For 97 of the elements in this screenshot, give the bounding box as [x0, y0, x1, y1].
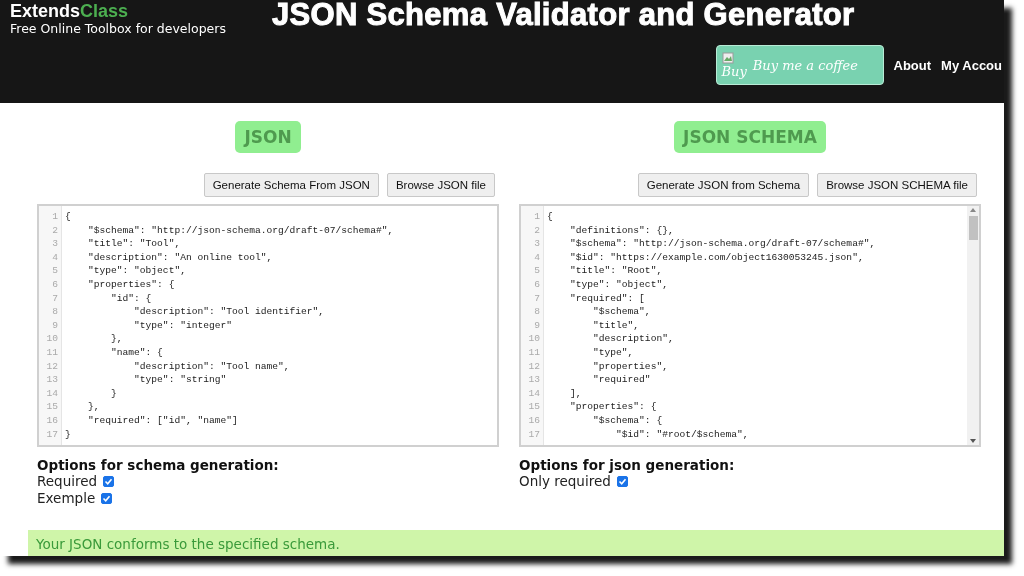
page-title: JSON Schema Validator and Generator [272, 0, 855, 30]
code-line: "definitions": {}, [569, 223, 675, 238]
code-line: } [110, 386, 118, 401]
code-line: "description": "Tool identifier", [133, 305, 326, 319]
line-number: 14 [45, 386, 59, 401]
code-editor[interactable] [37, 204, 499, 447]
line-number: 2 [533, 223, 541, 238]
option-label: Required [37, 473, 98, 490]
code-line: "description": "Tool name", [133, 359, 291, 374]
code-line: "properties": { [87, 277, 176, 292]
nav-link[interactable]: About [893, 57, 932, 73]
panel-heading: JSON SCHEMA [674, 121, 826, 153]
code-line: ], [569, 386, 583, 401]
code-editor[interactable] [519, 204, 981, 447]
line-number: 2 [51, 223, 59, 238]
nav-link[interactable]: My Accou [941, 57, 1002, 73]
line-number: 1 [533, 210, 541, 224]
line-number: 14 [527, 386, 541, 401]
line-number: 11 [45, 345, 59, 360]
code-line: "title", [592, 318, 641, 333]
code-line: "$schema", [592, 305, 652, 319]
line-number: 3 [533, 237, 541, 251]
option-label: Only required [519, 473, 611, 490]
code-line: "type": "string" [133, 373, 228, 387]
panel-heading: JSON [235, 121, 301, 153]
checkbox[interactable] [616, 476, 628, 487]
line-number: 17 [527, 427, 541, 442]
broken-image-icon [721, 51, 734, 64]
code-line: "description", [592, 332, 675, 346]
checkbox[interactable] [101, 493, 113, 504]
status-bar: Your JSON conforms to the specified schema. [28, 530, 1004, 556]
line-number: 16 [45, 413, 59, 428]
code-line: "required": ["id", "name"] [87, 413, 239, 428]
line-number: 6 [533, 277, 541, 292]
code-line: "type": "integer" [133, 318, 233, 333]
line-number: 4 [533, 250, 541, 265]
code-line: } [65, 427, 72, 442]
code-line: "type": "object", [569, 277, 669, 292]
line-number: 10 [45, 332, 59, 346]
code-line: "title": "Tool", [87, 237, 182, 251]
checkbox[interactable] [103, 476, 115, 487]
scroll-up-icon[interactable] [969, 206, 977, 214]
line-number: 15 [45, 400, 59, 414]
tagline: Free Online Toolbox for developers [10, 21, 227, 36]
scrollbar[interactable] [967, 206, 979, 445]
option-label: Exemple [37, 490, 96, 507]
line-number: 1 [51, 210, 59, 224]
action-button[interactable]: Browse JSON SCHEMA file [817, 173, 977, 197]
line-number: 3 [51, 237, 59, 251]
code-line: }, [110, 332, 124, 346]
line-number: 4 [51, 250, 59, 265]
line-number: 5 [51, 264, 59, 278]
code-line: "type", [592, 345, 635, 360]
code-line: "required" [592, 373, 652, 387]
code-line: "$id": "https://example.com/object1630053245.json", [569, 250, 865, 265]
scroll-down-icon[interactable] [969, 437, 977, 445]
code-line: "title": "Root", [569, 264, 664, 278]
scrollbar-thumb[interactable] [968, 216, 978, 240]
options-title: Options for json generation: [519, 457, 736, 473]
code-line: }, [87, 400, 101, 414]
code-line: "description": "An online tool", [87, 250, 274, 265]
line-number: 8 [533, 305, 541, 319]
line-number: 9 [51, 318, 59, 333]
line-number: 15 [527, 400, 541, 414]
line-number: 13 [45, 373, 59, 387]
line-number: 7 [533, 291, 541, 306]
line-number: 16 [527, 413, 541, 428]
coffee-label: Buy me a coffee [752, 57, 858, 73]
code-line: "required": [ [569, 291, 646, 306]
action-button[interactable]: Generate Schema From JSON [203, 173, 379, 197]
code-line: "properties": { [569, 400, 658, 414]
line-number: 8 [51, 305, 59, 319]
code-line: { [547, 210, 554, 224]
action-button[interactable]: Browse JSON file [386, 173, 495, 197]
code-line: "properties", [592, 359, 669, 374]
line-number: 17 [45, 427, 59, 442]
line-number: 5 [533, 264, 541, 278]
code-line: "$schema": { [592, 413, 664, 428]
code-line: "$schema": "http://json-schema.org/draft-07/schema#", [569, 237, 877, 251]
line-number: 10 [527, 332, 541, 346]
options-title: Options for schema generation: [37, 457, 280, 473]
code-line: "$id": "#root/$schema", [615, 427, 750, 442]
line-number: 12 [527, 359, 541, 374]
image-alt-text: Buy [721, 63, 747, 79]
code-line: "id": { [110, 291, 153, 306]
line-number: 6 [51, 277, 59, 292]
line-number: 11 [527, 345, 541, 360]
code-line: "$schema": "http://json-schema.org/draft-07/schema#", [87, 223, 395, 238]
action-button[interactable]: Generate JSON from Schema [637, 173, 810, 197]
code-line: "name": { [110, 345, 164, 360]
line-number: 7 [51, 291, 59, 306]
code-line: { [65, 210, 72, 224]
site-logo[interactable]: ExtendsClass [10, 1, 272, 21]
line-number: 13 [527, 373, 541, 387]
code-line: "type": "object", [87, 264, 187, 278]
line-number: 12 [45, 359, 59, 374]
line-number: 9 [533, 318, 541, 333]
